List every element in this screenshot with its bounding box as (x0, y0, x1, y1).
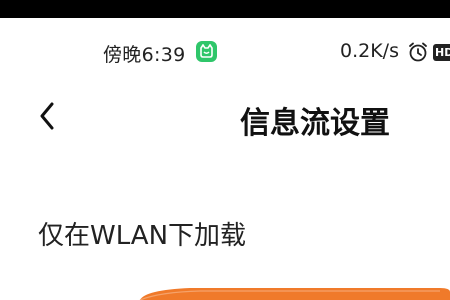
navigation-bar: 信息流设置 (0, 88, 450, 148)
chevron-left-icon (40, 102, 54, 130)
wlan-toggle-edge[interactable] (0, 270, 450, 300)
top-black-band (0, 0, 450, 18)
network-speed: 0.2K/s (340, 40, 399, 62)
page-title: 信息流设置 (240, 106, 390, 141)
setting-label-wlan-only: 仅在WLAN下加载 (38, 221, 247, 251)
phone-screen: 傍晚6:39 0.2K/s HD 信息流设置 仅在WLAN下加载 (0, 0, 450, 300)
alarm-clock-icon (407, 41, 429, 63)
back-button[interactable] (30, 96, 64, 136)
setting-row-wlan-only[interactable]: 仅在WLAN下加载 (0, 205, 450, 265)
status-time: 傍晚6:39 (103, 44, 186, 66)
cat-app-icon (196, 41, 217, 62)
hd-badge: HD (433, 44, 450, 61)
status-bar: 傍晚6:39 0.2K/s HD (0, 18, 450, 88)
